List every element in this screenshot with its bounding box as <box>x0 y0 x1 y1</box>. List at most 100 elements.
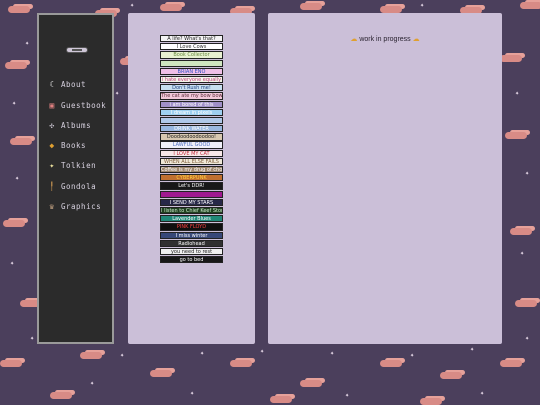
cloud-decoration <box>300 3 322 10</box>
candle-icon: ╿ <box>49 181 55 191</box>
content-panel: ☁ work in progress ☁ <box>268 13 502 344</box>
blinkie-badge <box>160 116 223 125</box>
cloud-decoration <box>515 300 537 307</box>
cd-icon: ✣ <box>49 120 55 130</box>
cat-icon: ♛ <box>49 201 55 211</box>
blinkie-badge: I SEND MY STARS <box>160 198 223 207</box>
cloud-decoration <box>505 132 527 139</box>
blinkie-badge: CYBERPUNK <box>160 174 223 182</box>
cloud-decoration <box>150 370 172 377</box>
star-decoration: ✦ <box>12 99 17 107</box>
cloud-decoration <box>8 6 30 13</box>
blinkie-badge: I listen to Chief Keef Stories <box>160 206 223 215</box>
blinkie-badge: I Love Cows <box>160 43 223 51</box>
blinkie-badge: DRINK WATER <box>160 125 223 133</box>
star-decoration: ✦ <box>330 349 335 357</box>
moon-icon: ☾ <box>49 79 55 89</box>
blinkie-badge: Coffee is my drug of choice <box>160 166 223 174</box>
star-decoration: ✦ <box>480 389 485 397</box>
star-decoration: ✦ <box>115 89 120 97</box>
sidebar-item-tolkien[interactable]: ✦ Tolkien <box>47 158 109 172</box>
sidebar-item-label: Books <box>61 140 87 150</box>
blinkie-badge: LAWFUL GOOD <box>160 141 223 149</box>
sidebar-item-label: Albums <box>61 120 92 130</box>
cloud-decoration <box>500 360 522 367</box>
sidebar-item-albums[interactable]: ✣ Albums <box>47 118 109 132</box>
cloud-decoration <box>420 398 442 405</box>
star-decoration: ✦ <box>345 391 350 399</box>
books-icon: ◆ <box>49 140 55 150</box>
star-decoration: ✦ <box>190 389 195 397</box>
blinkie-badge: BRIAN ENO <box>160 67 223 76</box>
cloud-decoration <box>520 2 540 9</box>
cloud-icon: ☁ <box>412 36 420 43</box>
sidebar-item-label: Gondola <box>61 181 97 191</box>
cloud-decoration <box>380 360 402 367</box>
star-decoration: ✦ <box>200 349 205 357</box>
work-in-progress-text: work in progress <box>359 36 411 43</box>
blinkie-badge: Don't Rush me! <box>160 84 223 92</box>
sidebar-item-books[interactable]: ◆ Books <box>47 138 109 152</box>
sidebar-item-label: About <box>61 79 87 89</box>
star-decoration: ✦ <box>15 174 20 182</box>
blinkie-badge: The cat ate my bow bow <box>160 92 223 100</box>
book-icon: ▣ <box>49 100 55 110</box>
cloud-decoration <box>510 228 532 235</box>
star-decoration: ✦ <box>260 347 265 355</box>
sparkle-icon: ✦ <box>49 160 55 170</box>
sidebar-item-label: Guestbook <box>61 100 107 110</box>
blinkie-badge: I LOVE MY CAT <box>160 149 223 157</box>
blinkie-badge <box>160 59 223 67</box>
sidebar-item-guestbook[interactable]: ▣ Guestbook <box>47 98 109 112</box>
menu-pill-icon <box>66 47 88 53</box>
star-decoration: ✦ <box>130 1 135 9</box>
blinkie-badge: WHEN ALL ELSE FAILS <box>160 157 223 166</box>
work-in-progress: ☁ work in progress ☁ <box>268 35 502 43</box>
blinkie-list: A life? What's that? I Love Cows Book Coll… <box>160 35 223 264</box>
sidebar-item-label: Graphics <box>61 201 102 211</box>
cloud-decoration <box>160 4 182 11</box>
cloud-decoration <box>80 352 102 359</box>
cloud-decoration <box>380 6 402 13</box>
blinkie-badge: A life? What's that? <box>160 35 223 43</box>
sidebar: ☾ About ▣ Guestbook ✣ Albums ◆ Books ✦ Tolkien ╿ Go… <box>37 13 114 344</box>
cloud-decoration <box>230 360 252 367</box>
blinkie-badge: Let's DDR! <box>160 182 223 190</box>
star-decoration: ✦ <box>470 345 475 353</box>
blinkie-badge: Radiohead <box>160 239 223 247</box>
star-decoration: ✦ <box>30 334 35 342</box>
blinkie-badge: i am bored of this <box>160 100 223 108</box>
cloud-decoration <box>50 392 72 399</box>
star-decoration: ✦ <box>520 249 525 257</box>
blinkie-badge: go to bed <box>160 256 223 264</box>
cloud-icon: ☁ <box>350 36 358 43</box>
star-decoration: ✦ <box>90 379 95 387</box>
sidebar-item-gondola[interactable]: ╿ Gondola <box>47 179 109 193</box>
star-decoration: ✦ <box>25 39 30 47</box>
cloud-decoration <box>300 380 322 387</box>
cloud-decoration <box>3 220 25 227</box>
blinkie-badge: I dream in pixels <box>160 108 223 116</box>
sidebar-item-about[interactable]: ☾ About <box>47 77 109 91</box>
blinkie-badge: I miss winter <box>160 231 223 239</box>
cloud-decoration <box>270 396 292 403</box>
blinkies-panel: A life? What's that? I Love Cows Book Coll… <box>128 13 255 344</box>
blinkie-badge: Doodoodoodoodoo! <box>160 133 223 141</box>
blinkie-badge <box>160 190 223 198</box>
star-decoration: ✦ <box>515 89 520 97</box>
blinkie-badge: Book Collector <box>160 51 223 59</box>
star-decoration: ✦ <box>525 169 530 177</box>
blinkie-badge: PINK FLOYD <box>160 223 223 231</box>
star-decoration: ✦ <box>120 351 125 359</box>
sidebar-item-label: Tolkien <box>61 160 97 170</box>
star-decoration: ✦ <box>410 351 415 359</box>
cloud-decoration <box>500 55 522 62</box>
cloud-decoration <box>10 138 32 145</box>
cloud-decoration <box>5 62 27 69</box>
cloud-decoration <box>0 360 22 367</box>
star-decoration: ✦ <box>525 334 530 342</box>
blinkie-badge: Lavender Blues <box>160 215 223 223</box>
star-decoration: ✦ <box>420 1 425 9</box>
sidebar-item-graphics[interactable]: ♛ Graphics <box>47 199 109 213</box>
star-decoration: ✦ <box>10 259 15 267</box>
